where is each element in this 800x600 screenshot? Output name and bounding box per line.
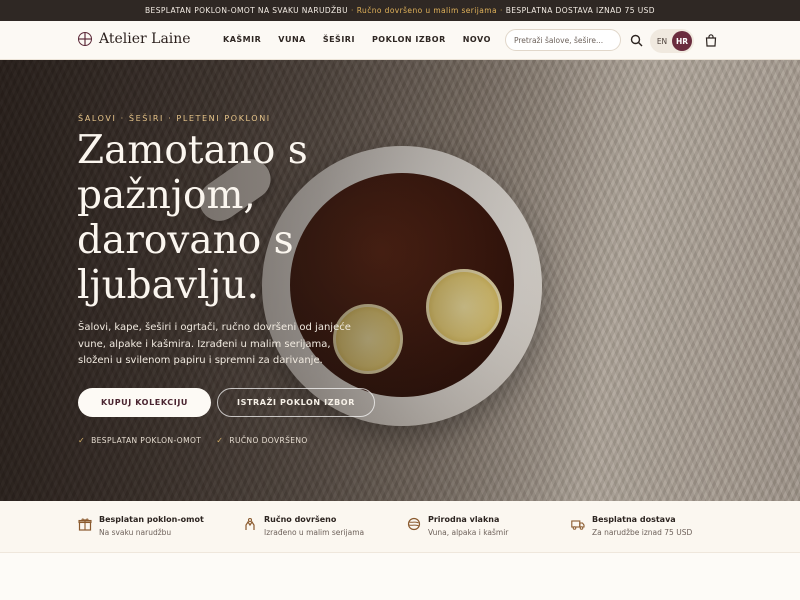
- nav-item-wool[interactable]: VUNA: [278, 35, 306, 44]
- gift-icon: [78, 518, 92, 531]
- benefit-item: ✓ BESPLATAN POKLON-OMOT: [78, 436, 201, 445]
- nav-item-hats[interactable]: ŠEŠIRI: [323, 35, 355, 44]
- language-switcher: EN HR: [650, 29, 694, 53]
- search-icon[interactable]: [630, 34, 643, 47]
- benefit-item: ✓ RUČNO DOVRŠENO: [216, 436, 307, 445]
- shop-collection-button[interactable]: KUPUJ KOLEKCIJU: [78, 388, 211, 417]
- hero-headline: Zamotano s pažnjom, darovano s ljubavlju…: [77, 128, 437, 308]
- hero-description: Šalovi, kape, šeširi i ogrtači, ručno do…: [78, 322, 351, 366]
- headline-line: ljubavlju.: [77, 263, 260, 308]
- headline-line: Zamotano s: [77, 128, 308, 173]
- truck-icon: [571, 520, 585, 530]
- check-icon: ✓: [78, 436, 86, 445]
- language-hr[interactable]: HR: [672, 31, 692, 51]
- announcement-free-wrap: BESPLATAN POKLON-OMOT NA SVAKU NARUDŽBU: [145, 6, 348, 15]
- logo[interactable]: Atelier Laine: [78, 31, 191, 47]
- feature-item-free-shipping: Besplatna dostava Za narudžbe iznad 75 U…: [571, 515, 692, 537]
- explore-gifts-button[interactable]: ISTRAŽI POKLON IZBOR: [217, 388, 375, 417]
- features-strip: Besplatan poklon-omot Na svaku narudžbu …: [0, 501, 800, 553]
- search-input[interactable]: Pretraži šalove, šešire...: [505, 29, 621, 51]
- nav-item-cashmere[interactable]: KAŠMIR: [223, 35, 261, 44]
- shopping-bag-icon[interactable]: [705, 34, 717, 47]
- announcement-separator: ·: [350, 6, 354, 15]
- hero-eyebrow: ŠALOVI · ŠEŠIRI · PLETENI POKLONI: [78, 114, 271, 123]
- site-header: Atelier Laine KAŠMIR VUNA ŠEŠIRI POKLON …: [0, 21, 800, 60]
- feature-subtitle: Vuna, alpaka i kašmir: [428, 528, 509, 537]
- headline-line: pažnjom,: [77, 173, 256, 218]
- nav-item-gift-selection[interactable]: POKLON IZBOR: [372, 35, 446, 44]
- announcement-handmade: Ručno dovršeno u malim serijama: [356, 6, 497, 15]
- feature-title: Ručno dovršeno: [264, 515, 337, 524]
- feature-item-natural-fibers: Prirodna vlakna Vuna, alpaka i kašmir: [407, 515, 508, 537]
- feature-title: Prirodna vlakna: [428, 515, 500, 524]
- main-nav: KAŠMIR VUNA ŠEŠIRI POKLON IZBOR NOVO: [223, 35, 508, 44]
- headline-line: darovano s: [77, 218, 294, 263]
- yarn-icon: [407, 517, 421, 531]
- feature-subtitle: Izrađeno u malim serijama: [264, 528, 365, 537]
- check-icon: ✓: [216, 436, 224, 445]
- feature-item-gift-wrap: Besplatan poklon-omot Na svaku narudžbu: [78, 515, 204, 537]
- hero-benefits: ✓ BESPLATAN POKLON-OMOT ✓ RUČNO DOVRŠENO: [78, 436, 323, 445]
- announcement-separator: ·: [499, 6, 503, 15]
- benefit-label: BESPLATAN POKLON-OMOT: [91, 436, 202, 445]
- yarn-logo-icon: [78, 32, 92, 46]
- brand-name: Atelier Laine: [99, 31, 191, 47]
- feature-item-handmade: Ručno dovršeno Izrađeno u malim serijama: [243, 515, 364, 537]
- feature-title: Besplatan poklon-omot: [99, 515, 204, 524]
- hand-icon: [245, 517, 255, 530]
- language-en[interactable]: EN: [652, 31, 672, 51]
- benefit-label: RUČNO DOVRŠENO: [229, 436, 308, 445]
- feature-subtitle: Za narudžbe iznad 75 USD: [592, 528, 693, 537]
- feature-subtitle: Na svaku narudžbu: [99, 528, 172, 537]
- announcement-bar: BESPLATAN POKLON-OMOT NA SVAKU NARUDŽBU …: [0, 0, 800, 21]
- nav-item-new[interactable]: NOVO: [463, 35, 491, 44]
- announcement-free-shipping: BESPLATNA DOSTAVA IZNAD 75 USD: [505, 6, 655, 15]
- feature-title: Besplatna dostava: [592, 515, 676, 524]
